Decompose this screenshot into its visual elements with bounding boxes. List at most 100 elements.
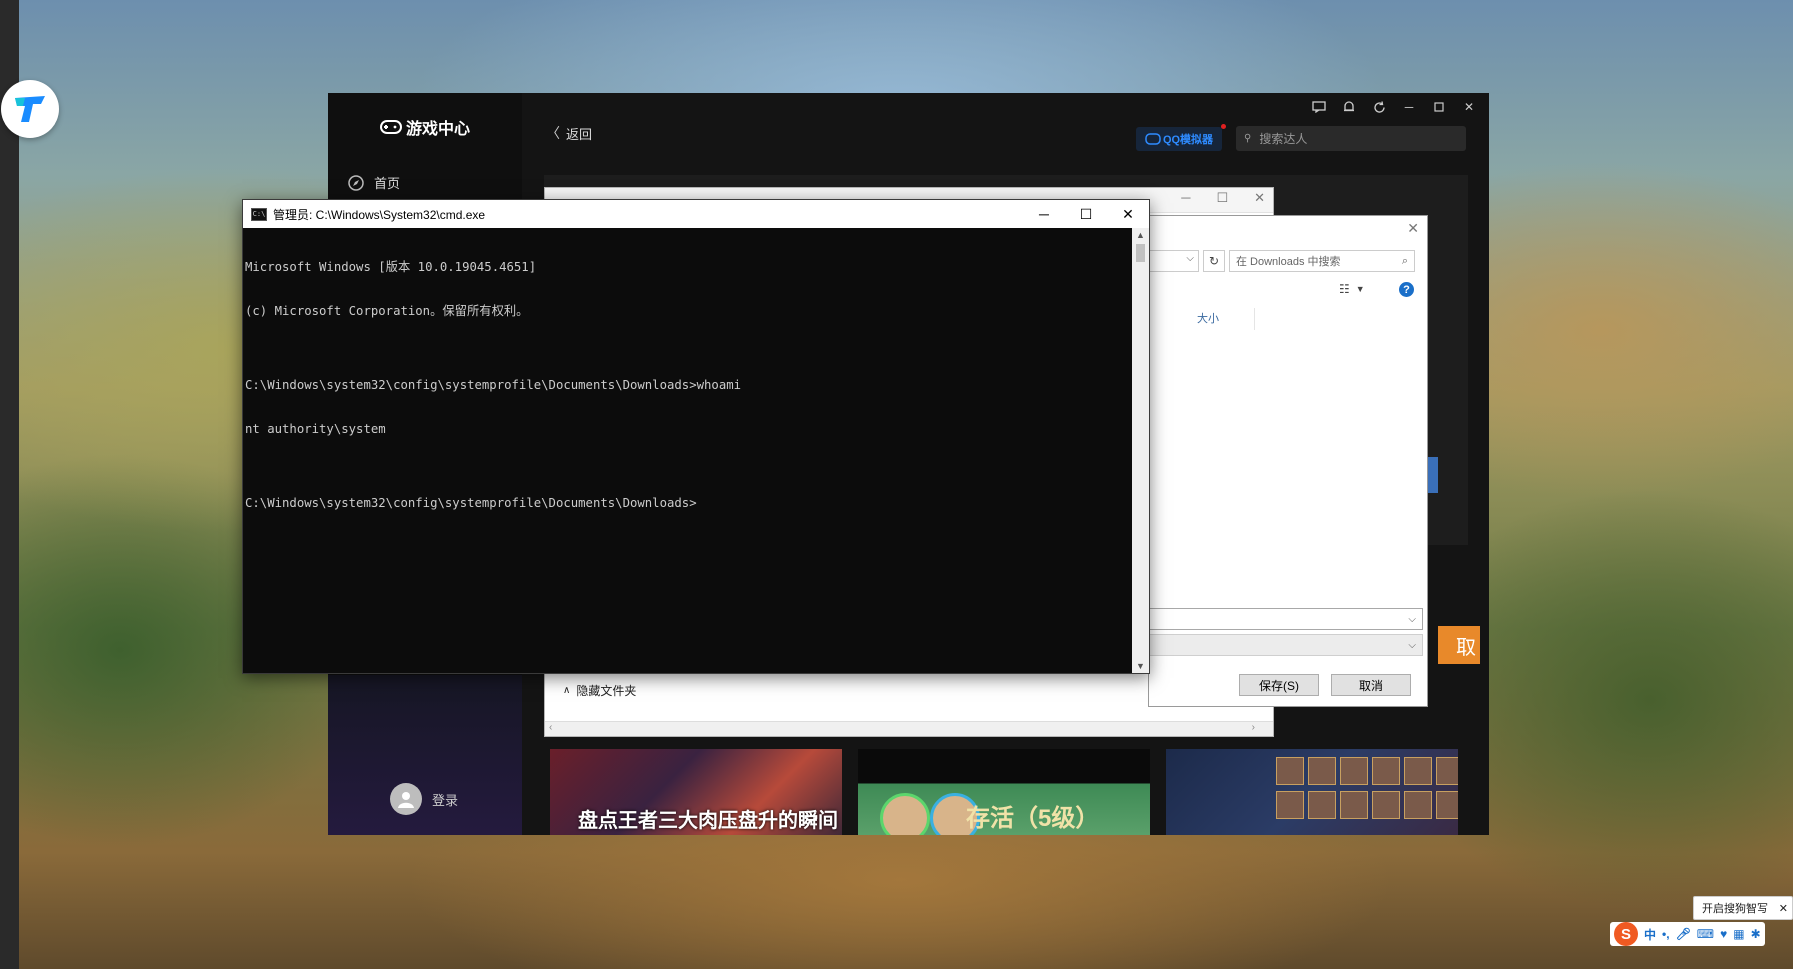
orange-button-label: 取 (1456, 636, 1476, 659)
video-thumbnail[interactable]: 盘点王者三大肉压盘升的瞬间 (550, 749, 842, 835)
hero-avatar (880, 793, 930, 835)
qq-emulator-button[interactable]: QQ模拟器 (1136, 127, 1222, 151)
side-tag (1428, 457, 1438, 493)
maximize-icon[interactable]: ☐ (1216, 190, 1228, 206)
scroll-down-icon[interactable]: ▼ (1136, 661, 1145, 671)
chevron-down-icon: ⌵ (1186, 253, 1194, 264)
thumbnail-title: 盘点王者三大肉压盘升的瞬间 (578, 810, 838, 832)
qq-emulator-label: QQ模拟器 (1162, 134, 1214, 146)
cmd-title: 管理员: C:\Windows\System32\cmd.exe (273, 207, 486, 222)
file-type-select[interactable]: ⌵ (1149, 634, 1423, 656)
horizontal-scrollbar[interactable]: ‹ › (545, 721, 1273, 736)
user-icon (398, 792, 414, 808)
close-icon[interactable]: ✕ (1779, 902, 1788, 915)
game-center-logo: 游戏中心 (380, 115, 470, 139)
bell-icon[interactable] (1341, 99, 1357, 115)
ime-toolbar: S 中 •, 🎤︎ ⌨ ♥ ▦ ✱ (1610, 922, 1765, 946)
toolbox-icon[interactable]: ▦ (1733, 927, 1744, 941)
save-button[interactable]: 保存(S) (1239, 674, 1319, 696)
cmd-line: C:\Windows\system32\config\systemprofile… (245, 496, 697, 511)
chevron-down-icon: ▼ (1355, 284, 1365, 294)
notification-dot (1221, 124, 1226, 129)
chevron-down-icon: ⌵ (1408, 639, 1416, 651)
game-search-input[interactable]: ⚲ 搜索达人 (1236, 126, 1466, 151)
minimize-icon[interactable]: ─ (1401, 99, 1417, 115)
search-placeholder: 搜索达人 (1259, 132, 1308, 146)
hero-grid (1276, 757, 1458, 819)
keyboard-icon[interactable]: ⌨ (1697, 927, 1714, 941)
compass-icon (348, 174, 364, 191)
sogou-logo-icon[interactable]: S (1614, 922, 1638, 946)
orange-action-button[interactable]: 取 (1438, 626, 1480, 664)
save-file-dialog: ✕ ⌵ ↻ 在 Downloads 中搜索 ⌕ ☷ ▼ ? 大小 ⌵ ⌵ 保存(… (1148, 215, 1428, 707)
folder-search-input[interactable]: 在 Downloads 中搜索 ⌕ (1229, 250, 1415, 272)
close-icon[interactable]: ✕ (1461, 99, 1477, 115)
cmd-line: (c) Microsoft Corporation。保留所有权利。 (245, 303, 529, 318)
login-label: 登录 (432, 792, 459, 808)
scroll-right-icon[interactable]: › (1252, 722, 1255, 733)
address-dropdown[interactable]: ⌵ (1149, 250, 1199, 272)
ime-tooltip[interactable]: 开启搜狗智写 ✕ (1693, 896, 1793, 920)
chevron-left-icon: 〈 (546, 125, 560, 141)
chevron-up-icon: ∧ (563, 685, 571, 696)
list-view-icon: ☷ (1339, 282, 1350, 296)
hide-folders-toggle[interactable]: ∧ 隐藏文件夹 (563, 682, 636, 699)
sidebar-item-label: 首页 (374, 176, 401, 191)
login-button[interactable]: 登录 (390, 783, 458, 815)
refresh-button[interactable]: ↻ (1203, 250, 1225, 272)
settings-icon[interactable]: ✱ (1751, 927, 1761, 941)
cmd-line: C:\Windows\system32\config\systemprofile… (245, 377, 742, 392)
chevron-down-icon: ⌵ (1408, 613, 1416, 625)
search-icon: ⚲ (1244, 133, 1252, 144)
help-icon[interactable]: ? (1399, 282, 1414, 297)
game-center-title: 游戏中心 (406, 121, 471, 138)
scroll-left-icon[interactable]: ‹ (549, 722, 552, 733)
microphone-icon[interactable]: 🎤︎ (1676, 927, 1691, 941)
back-button[interactable]: 〈 返回 (546, 123, 592, 143)
ime-mode-toggle[interactable]: 中 (1644, 926, 1656, 943)
hide-folders-label: 隐藏文件夹 (576, 684, 637, 698)
cmd-window-controls: ─ ☐ ✕ (1023, 200, 1149, 228)
filename-field[interactable]: ⌵ (1149, 608, 1423, 630)
left-edge-strip (0, 0, 19, 969)
close-icon[interactable]: ✕ (1407, 220, 1419, 237)
maximize-icon[interactable] (1431, 99, 1447, 115)
column-header-size[interactable]: 大小 (1191, 308, 1255, 330)
window-title-icons: ─ ✕ (1311, 99, 1477, 115)
app-logo-icon (15, 96, 45, 122)
video-thumbnail[interactable] (1166, 749, 1458, 835)
search-icon: ⌕ (1401, 254, 1408, 267)
gamepad-icon (1145, 133, 1161, 145)
floating-app-icon[interactable] (1, 80, 59, 138)
cmd-icon: C:\ (251, 207, 267, 221)
cmd-titlebar: C:\ 管理员: C:\Windows\System32\cmd.exe ─ ☐… (243, 200, 1149, 228)
vertical-scrollbar[interactable]: ▲ ▼ (1132, 228, 1149, 673)
skin-icon[interactable]: ♥ (1720, 927, 1727, 941)
maximize-icon[interactable]: ☐ (1065, 200, 1107, 228)
gamepad-icon (380, 120, 402, 134)
cancel-button[interactable]: 取消 (1331, 674, 1411, 696)
minimize-icon[interactable]: ─ (1023, 200, 1065, 228)
cmd-line: Microsoft Windows [版本 10.0.19045.4651] (245, 259, 537, 274)
thumbnail-title: 存活（5级） (966, 805, 1100, 832)
avatar (390, 783, 422, 815)
refresh-icon[interactable] (1371, 99, 1387, 115)
close-icon[interactable]: ✕ (1107, 200, 1149, 228)
message-icon[interactable] (1311, 99, 1327, 115)
search-placeholder: 在 Downloads 中搜索 (1236, 256, 1341, 268)
back-label: 返回 (566, 126, 593, 142)
qq-window-controls: ─ ☐ ✕ (1181, 190, 1265, 206)
punctuation-icon[interactable]: •, (1662, 927, 1670, 941)
refresh-icon: ↻ (1208, 254, 1220, 268)
cmd-line: nt authority\system (245, 422, 386, 437)
minimize-icon[interactable]: ─ (1181, 190, 1190, 206)
video-thumbnail[interactable]: 存活（5级） (858, 749, 1150, 835)
scroll-up-icon[interactable]: ▲ (1136, 230, 1145, 240)
scrollbar-thumb[interactable] (1136, 244, 1145, 262)
cmd-window: C:\ 管理员: C:\Windows\System32\cmd.exe ─ ☐… (242, 199, 1150, 674)
view-options-button[interactable]: ☷ ▼ (1339, 282, 1365, 296)
cmd-output[interactable]: Microsoft Windows [版本 10.0.19045.4651] (… (245, 230, 1125, 670)
sidebar-item-home[interactable]: 首页 (348, 173, 400, 192)
ime-tip-text: 开启搜狗智写 (1702, 903, 1768, 915)
close-icon[interactable]: ✕ (1254, 190, 1265, 206)
